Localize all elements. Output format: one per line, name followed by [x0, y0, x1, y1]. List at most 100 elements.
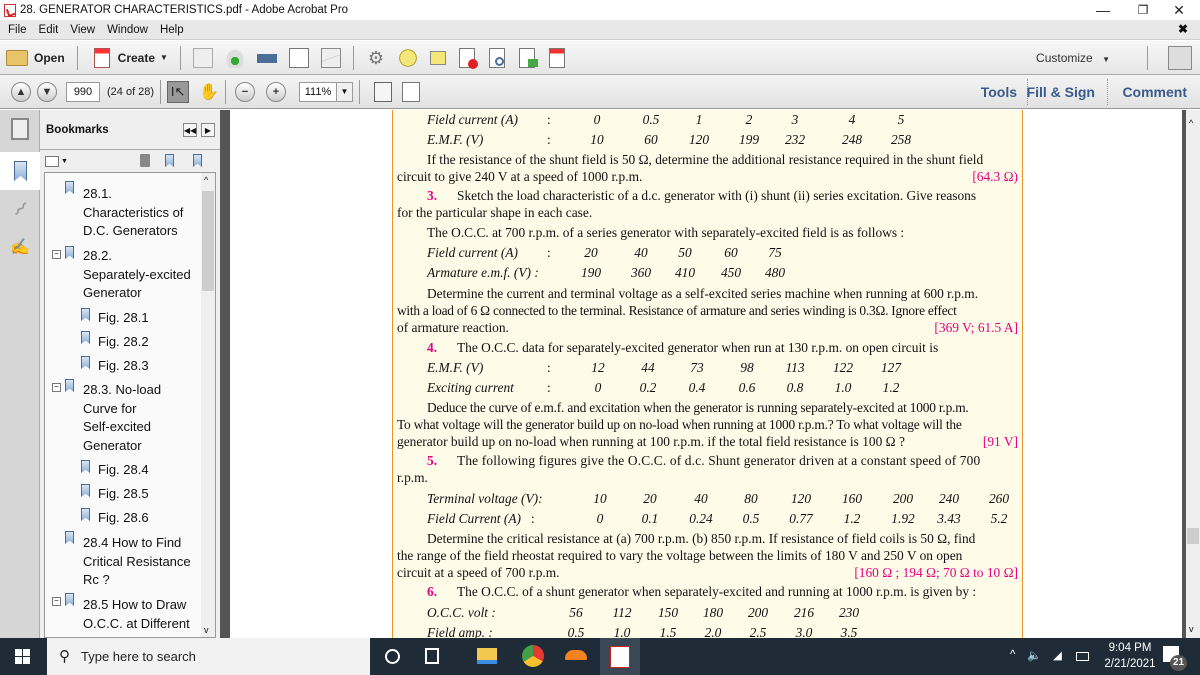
- attachments-button[interactable]: ⌇: [0, 190, 40, 228]
- hand-tool-icon[interactable]: ✋: [199, 82, 219, 102]
- volume-icon[interactable]: 🔈: [1027, 648, 1041, 662]
- tab-comment[interactable]: Comment: [1122, 75, 1187, 109]
- chrome-icon[interactable]: [522, 645, 544, 667]
- table-cell: 60: [724, 245, 738, 260]
- document-scrollbar[interactable]: ^ v: [1186, 110, 1200, 638]
- new-bookmark-icon[interactable]: [165, 154, 174, 167]
- restore-button[interactable]: ❐: [1126, 0, 1160, 20]
- bookmark-icon: [65, 593, 74, 606]
- table-cell: 1.2: [843, 511, 861, 526]
- bookmarks-scrollbar[interactable]: ^ v: [201, 173, 215, 637]
- previous-page-button[interactable]: ▲: [11, 81, 31, 102]
- clock-date[interactable]: 2/21/2021: [1095, 658, 1165, 670]
- menu-window[interactable]: Window: [107, 24, 148, 36]
- close-document-icon[interactable]: ✖: [1178, 22, 1188, 36]
- cloud-upload-icon[interactable]: [224, 47, 245, 68]
- close-button[interactable]: ✕: [1162, 0, 1196, 20]
- minimize-button[interactable]: —: [1086, 0, 1120, 20]
- bookmark-item[interactable]: Fig. 28.4: [98, 461, 149, 480]
- bookmark-item[interactable]: 28.2. Separately-excited Generator: [83, 247, 191, 303]
- collapse-panel-button[interactable]: ◀◀: [183, 123, 197, 137]
- zoom-out-button[interactable]: −: [235, 81, 256, 102]
- scroll-down-icon[interactable]: v: [1189, 624, 1194, 634]
- expand-icon[interactable]: [1168, 46, 1192, 70]
- highlight-text-icon[interactable]: [429, 50, 446, 65]
- paragraph: The O.C.C. of a shunt generator when sep…: [457, 584, 977, 599]
- select-tool-icon[interactable]: I↖: [167, 80, 190, 103]
- taskbar-search[interactable]: ⚲ Type here to search: [47, 638, 370, 675]
- scrollbar-thumb[interactable]: [202, 191, 214, 291]
- bookmark-item[interactable]: Fig. 28.1: [98, 309, 149, 328]
- print-icon[interactable]: [256, 47, 277, 68]
- menu-file[interactable]: File: [8, 24, 27, 36]
- scrollbar-thumb[interactable]: [1187, 528, 1199, 544]
- create-button[interactable]: Create ▼: [84, 44, 174, 72]
- bookmark-item[interactable]: 28.1. Characteristics of D.C. Generators: [83, 185, 183, 241]
- cloudflare-icon[interactable]: [565, 650, 587, 660]
- panel-splitter[interactable]: [220, 110, 230, 638]
- acrobat-taskbar-button[interactable]: [600, 638, 640, 675]
- table-cell: 50: [678, 245, 692, 260]
- fit-width-icon[interactable]: [374, 81, 393, 102]
- gear-icon[interactable]: ⚙: [366, 48, 386, 68]
- comment-icon[interactable]: [397, 47, 418, 68]
- show-hidden-icons[interactable]: ^: [1010, 649, 1015, 661]
- customize-button[interactable]: Customize ▼: [1036, 51, 1110, 65]
- table-cell: 112: [612, 605, 632, 620]
- battery-icon[interactable]: [1076, 652, 1089, 661]
- chevron-down-icon: ▼: [160, 53, 168, 62]
- delete-bookmark-icon[interactable]: [140, 154, 150, 167]
- bookmark-icon: [81, 356, 90, 369]
- bookmark-item[interactable]: 28.4 How to Find Critical Resistance Rc ?: [83, 534, 191, 590]
- windows-start-icon[interactable]: [15, 649, 30, 664]
- divider: [160, 79, 162, 104]
- menu-view[interactable]: View: [70, 24, 95, 36]
- scroll-up-icon[interactable]: ^: [1189, 118, 1193, 128]
- options-menu-icon[interactable]: [45, 155, 59, 167]
- bookmark-from-selection-icon[interactable]: [193, 154, 202, 167]
- open-button[interactable]: Open: [0, 44, 71, 72]
- bookmark-item[interactable]: Fig. 28.5: [98, 485, 149, 504]
- page-number-input[interactable]: 990: [66, 81, 100, 102]
- tab-fill-sign[interactable]: Fill & Sign: [1027, 75, 1095, 109]
- clock-time[interactable]: 9:04 PM: [1105, 642, 1155, 654]
- paragraph: with a load of 6 Ω connected to the term…: [397, 303, 957, 318]
- edit-doc-icon[interactable]: [288, 47, 309, 68]
- panel-options-button[interactable]: ▶: [201, 123, 215, 137]
- signatures-button[interactable]: ✍: [0, 228, 40, 266]
- page-thumbnails-button[interactable]: [0, 110, 40, 148]
- cortana-icon[interactable]: [385, 649, 400, 664]
- sign-doc-icon[interactable]: [548, 47, 565, 68]
- fit-page-icon[interactable]: [402, 81, 421, 102]
- next-page-button[interactable]: ▼: [37, 81, 57, 102]
- bookmark-item[interactable]: Fig. 28.3: [98, 357, 149, 376]
- table-label: Terminal voltage (V):: [427, 491, 543, 506]
- search-doc-icon[interactable]: [488, 47, 505, 68]
- zoom-level-input[interactable]: 111%: [299, 81, 338, 102]
- bookmark-item[interactable]: Fig. 28.6: [98, 509, 149, 528]
- collapse-icon[interactable]: −: [52, 597, 61, 606]
- delete-pages-icon[interactable]: [458, 47, 478, 69]
- zoom-in-button[interactable]: +: [266, 81, 287, 102]
- bookmark-item[interactable]: Fig. 28.2: [98, 333, 149, 352]
- paragraph: generator build up on no-load when runni…: [397, 434, 905, 449]
- file-explorer-icon[interactable]: [477, 648, 497, 664]
- chevron-down-icon[interactable]: ▼: [61, 158, 68, 165]
- export-icon[interactable]: [518, 47, 538, 68]
- task-view-icon[interactable]: [425, 648, 439, 664]
- collapse-icon[interactable]: −: [52, 383, 61, 392]
- bookmark-item[interactable]: 28.3. No-load Curve for Self-excited Genera…: [83, 381, 161, 455]
- email-icon[interactable]: [320, 47, 341, 68]
- tab-tools[interactable]: Tools: [981, 75, 1017, 109]
- search-icon: ⚲: [59, 648, 70, 665]
- table-cell: 0.4: [688, 380, 706, 395]
- menu-help[interactable]: Help: [160, 24, 184, 36]
- bookmark-item[interactable]: 28.5 How to Draw O.C.C. at Different: [83, 596, 190, 633]
- save-icon[interactable]: [192, 47, 213, 68]
- wifi-icon[interactable]: ◢: [1053, 648, 1062, 662]
- divider: [352, 45, 354, 70]
- collapse-icon[interactable]: −: [52, 250, 61, 259]
- menu-edit[interactable]: Edit: [39, 24, 59, 36]
- bookmarks-button[interactable]: [0, 152, 41, 190]
- zoom-dropdown[interactable]: ▼: [337, 81, 354, 102]
